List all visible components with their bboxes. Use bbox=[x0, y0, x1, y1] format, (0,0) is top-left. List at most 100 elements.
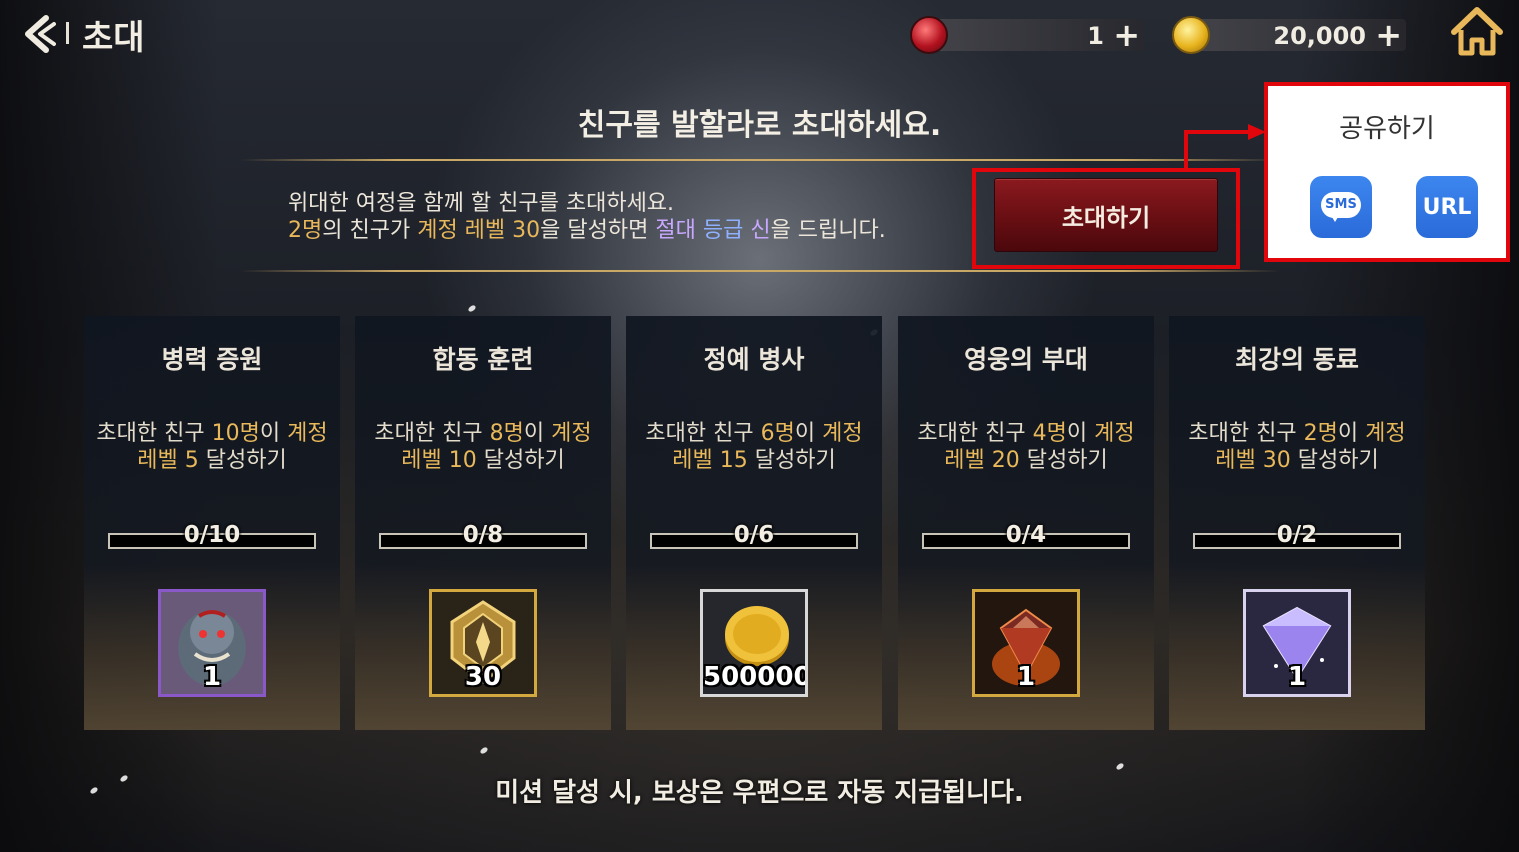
mission-friend-count: 8명 bbox=[489, 421, 524, 446]
invite-description: 위대한 여정을 함께 할 친구를 초대하세요. 2명의 친구가 계정 레벨 30… bbox=[288, 190, 886, 244]
mission-desc-line-2: 레벨 5 달성하기 bbox=[84, 447, 340, 474]
mission-card: 최강의 동료 초대한 친구 2명이 계정 레벨 30 달성하기 0/2 1 bbox=[1169, 316, 1425, 730]
snow-particle bbox=[467, 304, 477, 313]
mission-reward[interactable]: 1 bbox=[1243, 589, 1351, 697]
mission-desc-text: 이 bbox=[794, 421, 823, 446]
gem-add-button[interactable]: + bbox=[1113, 19, 1140, 51]
divider-top bbox=[240, 159, 1280, 161]
mission-desc-line-2: 레벨 30 달성하기 bbox=[1169, 447, 1425, 474]
mission-desc-line-1: 초대한 친구 10명이 계정 bbox=[84, 420, 340, 447]
mission-progress-text: 0/10 bbox=[183, 522, 241, 548]
mission-desc-text: 초대한 친구 bbox=[917, 421, 1033, 446]
mission-desc-text: 이 bbox=[1066, 421, 1095, 446]
mission-description: 초대한 친구 4명이 계정 레벨 20 달성하기 bbox=[898, 420, 1154, 474]
reward-count: 500000 bbox=[703, 662, 808, 692]
mission-desc-text: 초대한 친구 bbox=[1188, 421, 1304, 446]
mission-reward[interactable]: 1 bbox=[158, 589, 266, 697]
chevron-left-icon bbox=[25, 15, 56, 53]
mission-account-label: 계정 bbox=[287, 421, 328, 446]
connector-line bbox=[1184, 130, 1252, 134]
reward-count: 30 bbox=[464, 662, 502, 692]
mission-level: 레벨 5 bbox=[137, 448, 199, 473]
mission-desc-line-2: 레벨 20 달성하기 bbox=[898, 447, 1154, 474]
gold-currency: 20,000 + bbox=[1172, 16, 1406, 54]
mission-title: 병력 증원 bbox=[161, 345, 263, 374]
mission-desc-text: 초대한 친구 bbox=[96, 421, 212, 446]
mission-desc-line-2: 레벨 10 달성하기 bbox=[355, 447, 611, 474]
back-button[interactable] bbox=[16, 12, 56, 56]
connector-line bbox=[1184, 130, 1188, 170]
mission-desc-text: 달성하기 bbox=[1019, 448, 1108, 473]
home-icon bbox=[1451, 7, 1503, 56]
mission-friend-count: 2명 bbox=[1303, 421, 1338, 446]
mission-reward[interactable]: 500000 bbox=[700, 589, 808, 697]
mission-description: 초대한 친구 8명이 계정 레벨 10 달성하기 bbox=[355, 420, 611, 474]
mission-desc-line-2: 레벨 15 달성하기 bbox=[626, 447, 882, 474]
mission-card: 영웅의 부대 초대한 친구 4명이 계정 레벨 20 달성하기 0/4 1 bbox=[898, 316, 1154, 730]
mission-card: 병력 증원 초대한 친구 10명이 계정 레벨 5 달성하기 0/10 1 bbox=[84, 316, 340, 730]
mission-desc-text: 초대한 친구 bbox=[645, 421, 761, 446]
mission-title: 합동 훈련 bbox=[432, 345, 534, 374]
mission-desc-text: 달성하기 bbox=[198, 448, 287, 473]
mission-reward[interactable]: 1 bbox=[972, 589, 1080, 697]
reward-count: 1 bbox=[1287, 662, 1307, 692]
snow-particle bbox=[1115, 762, 1125, 771]
mission-desc-text: 이 bbox=[259, 421, 288, 446]
gem-amount: 1 bbox=[1087, 22, 1104, 50]
mission-desc-text: 달성하기 bbox=[476, 448, 565, 473]
ruby-gem-icon bbox=[910, 16, 948, 54]
mission-level: 레벨 30 bbox=[1215, 448, 1291, 473]
mission-progress-text: 0/2 bbox=[1276, 522, 1318, 548]
mission-title: 영웅의 부대 bbox=[964, 345, 1088, 374]
gold-amount: 20,000 bbox=[1273, 22, 1366, 50]
mission-friend-count: 4명 bbox=[1032, 421, 1067, 446]
reward-count: 1 bbox=[1016, 662, 1036, 692]
page-title: 초대 bbox=[82, 18, 145, 58]
description-line-1: 위대한 여정을 함께 할 친구를 초대하세요. bbox=[288, 191, 675, 216]
mission-desc-text: 이 bbox=[1337, 421, 1366, 446]
mission-card: 합동 훈련 초대한 친구 8명이 계정 레벨 10 달성하기 0/8 30 bbox=[355, 316, 611, 730]
mission-account-label: 계정 bbox=[1365, 421, 1406, 446]
mission-description: 초대한 친구 6명이 계정 레벨 15 달성하기 bbox=[626, 420, 882, 474]
mission-description: 초대한 친구 10명이 계정 레벨 5 달성하기 bbox=[84, 420, 340, 474]
mission-progress-text: 0/6 bbox=[733, 522, 775, 548]
mission-title: 최강의 동료 bbox=[1235, 345, 1359, 374]
mission-desc-text: 이 bbox=[523, 421, 552, 446]
mission-progress-text: 0/8 bbox=[462, 522, 504, 548]
share-highlight-box bbox=[1264, 82, 1510, 262]
gem-track bbox=[930, 19, 1144, 51]
title-divider bbox=[66, 22, 69, 44]
invite-highlight-box bbox=[972, 168, 1240, 269]
mission-desc-line-1: 초대한 친구 2명이 계정 bbox=[1169, 420, 1425, 447]
grade-text: 등급 bbox=[702, 218, 744, 243]
mission-progress-text: 0/4 bbox=[1005, 522, 1047, 548]
home-button[interactable] bbox=[1450, 6, 1504, 56]
level-requirement-text: 계정 레벨 30 bbox=[417, 218, 541, 243]
friend-count-text: 2명 bbox=[288, 218, 323, 243]
mission-title: 정예 병사 bbox=[703, 345, 805, 374]
mission-reward[interactable]: 30 bbox=[429, 589, 537, 697]
mission-account-label: 계정 bbox=[551, 421, 592, 446]
mission-account-label: 계정 bbox=[1094, 421, 1135, 446]
description-text: 을 드립니다. bbox=[770, 218, 886, 243]
gold-coin-icon bbox=[1172, 16, 1210, 54]
gem-currency: 1 + bbox=[910, 16, 1144, 54]
mission-friend-count: 10명 bbox=[211, 421, 260, 446]
mission-level: 레벨 15 bbox=[672, 448, 748, 473]
mission-description: 초대한 친구 2명이 계정 레벨 30 달성하기 bbox=[1169, 420, 1425, 474]
reward-count: 1 bbox=[202, 662, 222, 692]
footer-notice: 미션 달성 시, 보상은 우편으로 자동 지급됩니다. bbox=[495, 778, 1024, 808]
snow-particle bbox=[479, 746, 489, 755]
mission-card: 정예 병사 초대한 친구 6명이 계정 레벨 15 달성하기 0/6 50000… bbox=[626, 316, 882, 730]
description-line-2: 2명의 친구가 계정 레벨 30을 달성하면 절대 등급 신을 드립니다. bbox=[288, 217, 886, 244]
mission-level: 레벨 20 bbox=[944, 448, 1020, 473]
mission-account-label: 계정 bbox=[822, 421, 863, 446]
mission-desc-line-1: 초대한 친구 8명이 계정 bbox=[355, 420, 611, 447]
mission-desc-text: 달성하기 bbox=[747, 448, 836, 473]
description-text: 의 친구가 bbox=[322, 218, 418, 243]
mission-desc-line-1: 초대한 친구 4명이 계정 bbox=[898, 420, 1154, 447]
mission-desc-text: 초대한 친구 bbox=[374, 421, 490, 446]
mission-friend-count: 6명 bbox=[760, 421, 795, 446]
description-text: 을 달성하면 bbox=[540, 218, 656, 243]
gold-add-button[interactable]: + bbox=[1375, 19, 1402, 51]
